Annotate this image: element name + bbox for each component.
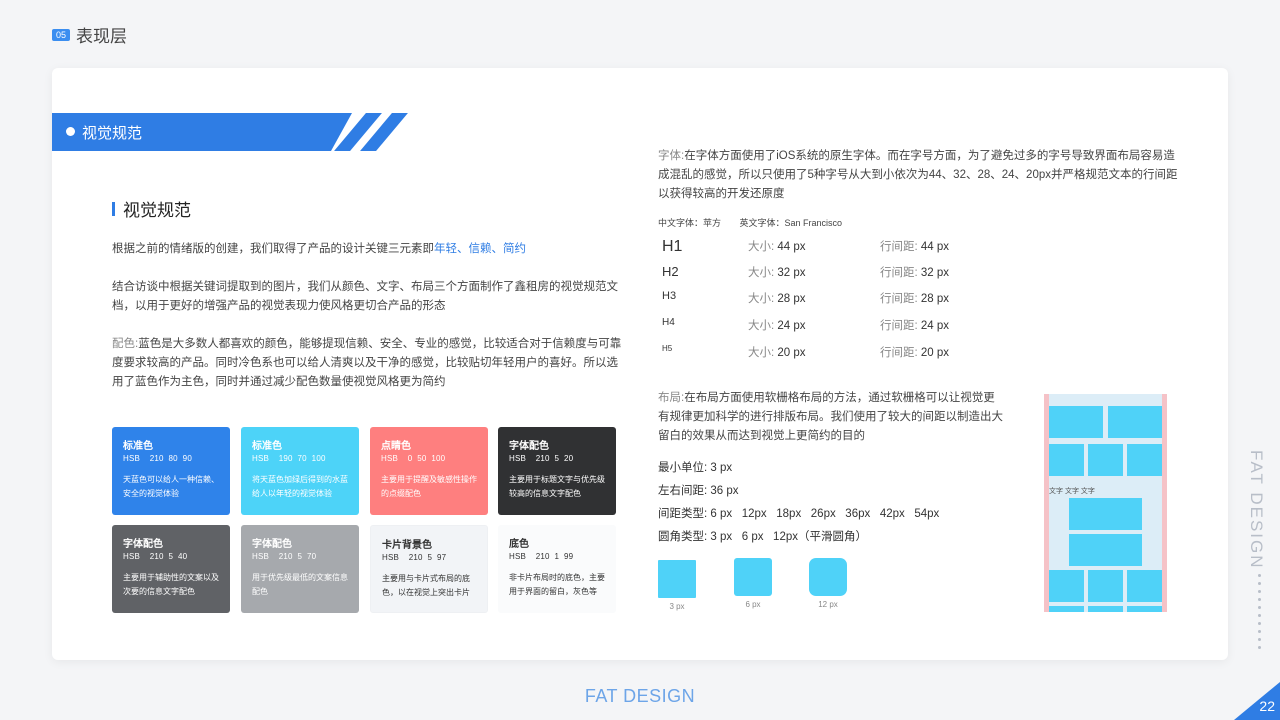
- type-scale-row: H3 大小: 28 px 行间距: 28 px: [662, 290, 950, 305]
- swatch-hsb: HSB 210 5 20: [509, 454, 574, 463]
- radius-sample-3px: [658, 560, 696, 598]
- swatch-description: 主要用与卡片式布局的底色，以在视觉上突出卡片: [382, 574, 470, 597]
- radius-label-12px: 12 px: [818, 600, 838, 609]
- heading-level: H4: [662, 317, 675, 328]
- swatch-hsb: HSB 0 50 100: [381, 454, 446, 463]
- swatch-hsb: HSB 210 80 90: [123, 454, 192, 463]
- en-font: 英文字体：San Francisco: [739, 218, 843, 228]
- color-swatch: 标准色 HSB 190 70 100 将天蓝色加绿后得到的水蓝给人以年轻的视觉体验: [241, 427, 359, 515]
- swatch-hsb: HSB 210 1 99: [509, 552, 574, 561]
- bullet-dot-icon: [66, 127, 75, 136]
- left-heading-text: 视觉规范: [123, 201, 191, 220]
- color-swatch: 字体配色 HSB 210 5 70 用于优先级最低的文案信息配色: [241, 525, 359, 613]
- layout-description: 布局:在布局方面使用软栅格布局的方法，通过软栅格可以让视觉更有规律更加科学的进行…: [658, 392, 1003, 442]
- left-heading: 视觉规范: [112, 196, 191, 221]
- swatch-name: 字体配色: [509, 441, 549, 452]
- font-family-line: 中文字体：苹方 英文字体：San Francisco: [658, 216, 858, 229]
- content-card: 视觉规范 视觉规范 根据之前的情绪版的创建，我们取得了产品的设计关键三元素即年轻…: [52, 68, 1228, 660]
- color-swatch: 字体配色 HSB 210 5 20 主要用于标题文字与优先级较高的信息文字配色: [498, 427, 616, 515]
- side-brand-text: FAT DESIGN: [1247, 450, 1266, 570]
- line-height-value: 20 px: [920, 347, 950, 359]
- radius-sample-12px: [809, 558, 847, 596]
- swatch-description: 天蓝色可以给人一种信赖、安全的视觉体验: [123, 475, 219, 498]
- type-scale-row: H1 大小: 44 px 行间距: 44 px: [662, 238, 950, 255]
- color-swatch: 字体配色 HSB 210 5 40 主要用于辅助性的文案以及次要的信息文字配色: [112, 525, 230, 613]
- swatch-description: 用于优先级最低的文案信息配色: [252, 573, 348, 596]
- line-height-value: 44 px: [920, 241, 950, 253]
- heading-level: H5: [662, 344, 673, 353]
- section-banner: 视觉规范: [52, 113, 412, 151]
- font-size-value: 44 px: [777, 241, 806, 253]
- swatch-description: 主要用于标题文字与优先级较高的信息文字配色: [509, 475, 605, 498]
- cn-font: 中文字体：苹方: [658, 218, 722, 228]
- swatch-hsb: HSB 210 5 70: [252, 552, 317, 561]
- line-height-value: 24 px: [920, 320, 950, 332]
- color-swatch: 底色 HSB 210 1 99 非卡片布局时的底色，主要用于界面的留白，灰色等: [498, 525, 616, 613]
- font-size-value: 24 px: [777, 320, 806, 332]
- min-unit-line: 最小单位: 3 px: [658, 462, 733, 474]
- heading-level: H1: [662, 238, 683, 255]
- swatch-hsb: HSB 210 5 97: [382, 553, 447, 562]
- swatch-description: 将天蓝色加绿后得到的水蓝给人以年轻的视觉体验: [252, 475, 348, 498]
- heading-level: H2: [662, 264, 679, 279]
- heading-accent-bar: [112, 201, 115, 216]
- paragraph-intro: 结合访谈中根据关键词提取到的图片，我们从颜色、文字、布局三个方面制作了鑫租房的视…: [112, 281, 618, 312]
- swatch-hsb: HSB 190 70 100: [252, 454, 326, 463]
- section-header: 05 表现层: [52, 22, 127, 47]
- swatch-name: 底色: [509, 539, 529, 550]
- swatch-hsb: HSB 210 5 40: [123, 552, 188, 561]
- radius-label-3px: 3 px: [669, 602, 685, 611]
- page-number: 22: [1259, 698, 1275, 714]
- swatch-description: 主要用于辅助性的文案以及次要的信息文字配色: [123, 573, 219, 596]
- paragraph-color: 配色:蓝色是大多数人都喜欢的颜色，能够提现信赖、安全、专业的感觉，比较适合对于信…: [112, 338, 622, 388]
- swatch-name: 点睛色: [381, 441, 411, 452]
- swatch-description: 非卡片布局时的底色，主要用于界面的留白，灰色等: [509, 573, 605, 596]
- footer-brand: FAT DESIGN: [584, 686, 696, 706]
- radius-types-line: 圆角类型: 3 px 6 px 12px（平滑圆角）: [658, 531, 867, 543]
- banner-title: 视觉规范: [82, 125, 143, 142]
- heading-level: H3: [662, 290, 677, 302]
- margin-line: 左右间距: 36 px: [658, 485, 739, 497]
- typography-description: 字体:在字体方面使用了iOS系统的原生字体。而在字号方面，为了避免过多的字号导致…: [658, 150, 1178, 200]
- swatch-description: 主要用于提醒及敏感性操作的点缀配色: [381, 475, 477, 498]
- font-size-value: 20 px: [777, 347, 806, 359]
- type-scale-row: H4 大小: 24 px 行间距: 24 px: [662, 317, 950, 332]
- swatch-name: 标准色: [123, 441, 153, 452]
- swatch-name: 卡片背景色: [382, 540, 432, 551]
- section-number: 05: [52, 28, 71, 41]
- line-height-value: 28 px: [920, 293, 950, 305]
- radius-sample-6px: [734, 558, 772, 596]
- swatch-name: 字体配色: [252, 539, 292, 550]
- section-title: 表现层: [76, 27, 128, 46]
- gap-types-line: 间距类型: 6 px 12px 18px 26px 36px 42px 54px: [658, 508, 940, 520]
- soft-grid-illustration: 文字 文字 文字: [1044, 394, 1167, 612]
- grid-sample-text: 文字 文字 文字: [1049, 488, 1095, 495]
- radius-label-6px: 6 px: [745, 600, 761, 609]
- font-size-value: 32 px: [777, 267, 806, 279]
- side-dots: [1258, 574, 1261, 654]
- font-size-value: 28 px: [777, 293, 806, 305]
- keywords-highlight: 年轻、信赖、简约: [434, 243, 526, 255]
- color-swatch: 标准色 HSB 210 80 90 天蓝色可以给人一种信赖、安全的视觉体验: [112, 427, 230, 515]
- color-swatch: 卡片背景色 HSB 210 5 97 主要用与卡片式布局的底色，以在视觉上突出卡片: [370, 525, 488, 613]
- type-scale-row: H2 大小: 32 px 行间距: 32 px: [662, 264, 950, 279]
- line-height-value: 32 px: [920, 267, 950, 279]
- type-scale-row: H5 大小: 20 px 行间距: 20 px: [662, 344, 950, 359]
- swatch-name: 字体配色: [123, 539, 163, 550]
- color-swatch: 点睛色 HSB 0 50 100 主要用于提醒及敏感性操作的点缀配色: [370, 427, 488, 515]
- swatch-name: 标准色: [252, 441, 282, 452]
- paragraph-keywords: 根据之前的情绪版的创建，我们取得了产品的设计关键三元素即年轻、信赖、简约: [112, 243, 526, 255]
